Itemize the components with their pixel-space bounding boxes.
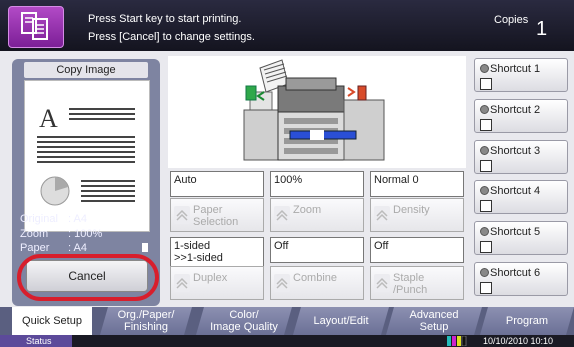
tab-org-paper-finishing[interactable]: Org./Paper/ Finishing — [100, 307, 192, 335]
shortcut-5-button[interactable]: Shortcut 5 — [474, 221, 568, 255]
tab-advanced-setup[interactable]: Advanced Setup — [386, 307, 482, 335]
zoom-label: Zoom — [20, 228, 49, 240]
duplex-value-line2: >>1-sided — [174, 252, 223, 264]
shortcut-1-button[interactable]: Shortcut 1 — [474, 58, 568, 92]
copy-screen: Press Start key to start printing. Press… — [0, 0, 574, 347]
paper-selection-button[interactable]: Paper Selection — [170, 198, 264, 232]
zoom-button[interactable]: Zoom — [270, 198, 364, 232]
zoom-setting-value: 100% — [270, 171, 364, 197]
paper-selection-value: Auto — [170, 171, 264, 197]
paper-label: Paper — [20, 242, 50, 254]
expand-up-icon — [274, 206, 290, 224]
duplex-value: 1-sided >>1-sided — [170, 237, 264, 267]
shortcut-6-label: Shortcut 6 — [490, 267, 541, 279]
copy-image-title: Copy Image — [24, 62, 148, 78]
copies-label: Copies — [494, 14, 529, 26]
paper-selection-label-line2: Selection — [193, 216, 239, 228]
shortcut-1-label: Shortcut 1 — [490, 63, 541, 75]
original-value: : A4 — [68, 213, 87, 225]
shortcut-2-label: Shortcut 2 — [490, 104, 541, 116]
shortcut-6-button[interactable]: Shortcut 6 — [474, 262, 568, 296]
tab-quick-setup[interactable]: Quick Setup — [12, 307, 92, 335]
shortcut-register-icon — [480, 78, 492, 90]
status-button[interactable]: Status — [0, 335, 72, 347]
density-button-label: Density — [393, 204, 430, 216]
duplex-button[interactable]: Duplex — [170, 266, 264, 300]
tab-color-image-quality-line2: Image Quality — [210, 321, 278, 333]
indicator-dot-icon — [480, 64, 489, 73]
expand-up-icon — [174, 274, 190, 292]
portrait-orientation-icon — [142, 214, 148, 223]
header-message-line2: Press [Cancel] to change settings. — [88, 31, 255, 43]
tab-color-image-quality[interactable]: Color/ Image Quality — [196, 307, 292, 335]
toner-level-icon — [447, 336, 467, 346]
expand-up-icon — [374, 274, 390, 292]
tab-color-image-quality-line1: Color/ — [229, 309, 259, 321]
copy-image-panel: Copy Image A Original: A4 Zoom: 100% P… — [12, 59, 160, 306]
shortcut-register-icon — [480, 200, 492, 212]
tab-advanced-setup-line1: Advanced — [409, 309, 459, 321]
paper-preview-image: A — [24, 80, 150, 232]
tab-org-paper-finishing-line1: Org./Paper/ — [117, 309, 175, 321]
combine-button[interactable]: Combine — [270, 266, 364, 300]
zoom-button-label: Zoom — [293, 204, 322, 216]
copy-mode-icon — [8, 6, 64, 48]
status-bar: Status 10/10/2010 10:10 — [0, 335, 574, 347]
density-button[interactable]: Density — [370, 198, 464, 232]
indicator-dot-icon — [480, 227, 489, 236]
header-message-line1: Press Start key to start printing. — [88, 13, 242, 25]
document-preview-icon: A — [37, 104, 135, 206]
shortcut-2-button[interactable]: Shortcut 2 — [474, 99, 568, 133]
staple-punch-button[interactable]: Staple/Punch — [370, 266, 464, 300]
tab-org-paper-finishing-line2: Finishing — [123, 321, 169, 333]
paper-selection-label: Paper — [193, 204, 223, 216]
date-time: 10/10/2010 10:10 — [483, 336, 554, 346]
paper-orientation-icon — [142, 243, 148, 252]
shortcut-3-label: Shortcut 3 — [490, 145, 541, 157]
tab-layout-edit[interactable]: Layout/Edit — [293, 307, 389, 335]
printer-machine-icon — [243, 59, 385, 161]
duplex-value-line1: 1-sided — [174, 240, 211, 252]
expand-up-icon — [274, 274, 290, 292]
header-bar: Press Start key to start printing. Press… — [0, 0, 574, 51]
density-value: Normal 0 — [370, 171, 464, 197]
expand-up-icon — [374, 206, 390, 224]
machine-status-illustration — [168, 56, 466, 168]
expand-up-icon — [174, 206, 190, 224]
combine-value: Off — [270, 237, 364, 263]
shortcut-4-label: Shortcut 4 — [490, 185, 541, 197]
staple-punch-label-line2: /Punch — [393, 284, 428, 296]
paper-value: : A4 — [68, 242, 87, 254]
shortcut-register-icon — [480, 282, 492, 294]
combine-button-label: Combine — [293, 272, 338, 284]
copies-count: 1 — [536, 18, 548, 40]
cancel-button[interactable]: Cancel — [26, 260, 148, 292]
shortcut-register-icon — [480, 160, 492, 172]
shortcut-3-button[interactable]: Shortcut 3 — [474, 140, 568, 174]
tab-program[interactable]: Program — [480, 307, 574, 335]
staple-punch-label: Staple — [393, 272, 425, 284]
shortcut-register-icon — [480, 119, 492, 131]
original-label: Original — [20, 213, 58, 225]
tab-layout-edit-label: Layout/Edit — [313, 315, 369, 327]
indicator-dot-icon — [480, 105, 489, 114]
tab-program-label: Program — [505, 315, 549, 327]
indicator-dot-icon — [480, 268, 489, 277]
shortcut-register-icon — [480, 241, 492, 253]
shortcut-4-button[interactable]: Shortcut 4 — [474, 180, 568, 214]
indicator-dot-icon — [480, 186, 489, 195]
tab-advanced-setup-line2: Setup — [419, 321, 449, 333]
shortcut-5-label: Shortcut 5 — [490, 226, 541, 238]
staple-punch-value: Off — [370, 237, 464, 263]
duplex-button-label: Duplex — [193, 272, 228, 284]
indicator-dot-icon — [480, 146, 489, 155]
tab-quick-setup-label: Quick Setup — [22, 315, 82, 327]
svg-text:A: A — [39, 104, 58, 133]
zoom-value: : 100% — [68, 228, 103, 240]
